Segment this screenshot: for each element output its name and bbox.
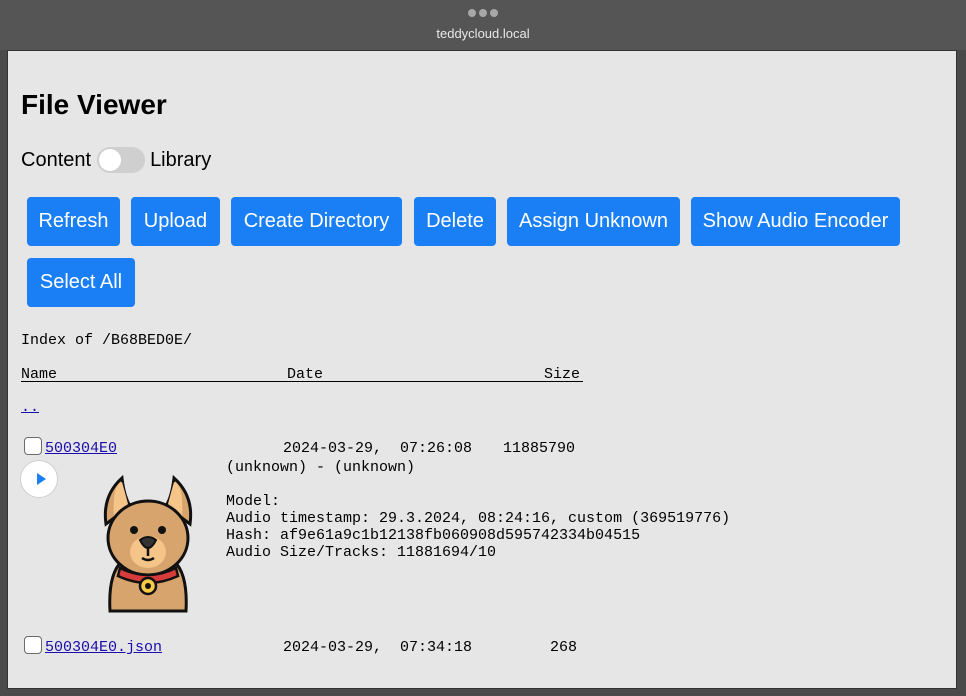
toggle-label-library: Library	[150, 148, 212, 171]
file-size: 268	[550, 639, 578, 656]
file-link[interactable]: 500304E0	[45, 440, 117, 457]
page-title: File Viewer	[21, 89, 167, 120]
index-heading: Index of /B68BED0E/	[21, 332, 193, 349]
file-artist-title: (unknown) - (unknown)	[226, 459, 416, 476]
refresh-button[interactable]: Refresh	[27, 197, 120, 246]
file-audio-timestamp: Audio timestamp: 29.3.2024, 08:24:16, cu…	[226, 510, 731, 527]
file-date: 2024-03-29, 07:26:08	[283, 440, 473, 457]
delete-button[interactable]: Delete	[414, 197, 496, 246]
more-icon[interactable]	[468, 9, 498, 17]
create-directory-button[interactable]: Create Directory	[231, 197, 402, 246]
switch-knob	[99, 149, 122, 171]
file-link[interactable]: 500304E0.json	[45, 639, 162, 656]
file-size: 11885790	[503, 440, 576, 457]
browser-titlebar: teddycloud.local	[0, 0, 966, 50]
file-hash: Hash: af9e61a9c1b12138fb060908d595742334…	[226, 527, 641, 544]
view-toggle-row: Content Library	[21, 147, 211, 173]
play-button[interactable]	[20, 460, 58, 498]
file-checkbox[interactable]	[24, 437, 42, 455]
file-audio-size-tracks: Audio Size/Tracks: 11881694/10	[226, 544, 497, 561]
parent-directory-link[interactable]: ..	[21, 399, 39, 416]
url-label[interactable]: teddycloud.local	[0, 26, 966, 41]
upload-button[interactable]: Upload	[131, 197, 220, 246]
file-model: Model:	[226, 493, 281, 510]
show-audio-encoder-button[interactable]: Show Audio Encoder	[691, 197, 900, 246]
play-icon	[37, 473, 46, 485]
header-divider	[21, 381, 583, 382]
content-library-switch[interactable]	[97, 147, 146, 173]
toggle-label-content: Content	[21, 148, 92, 171]
page-content: File Viewer Content Library Refresh Uplo…	[7, 50, 957, 689]
dog-character-icon	[103, 474, 193, 613]
file-date: 2024-03-29, 07:34:18	[283, 639, 473, 656]
select-all-button[interactable]: Select All	[27, 258, 135, 307]
assign-unknown-button[interactable]: Assign Unknown	[507, 197, 680, 246]
file-checkbox[interactable]	[24, 636, 42, 654]
